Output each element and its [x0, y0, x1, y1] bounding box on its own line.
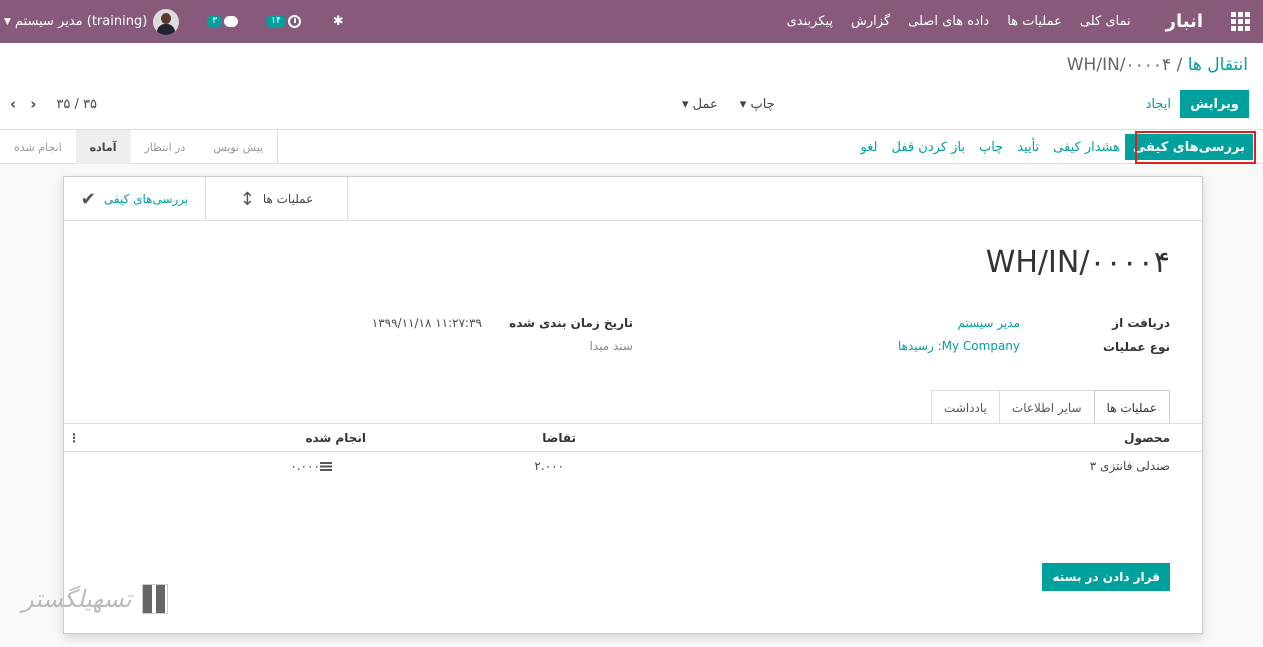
chat-icon — [224, 16, 239, 27]
activity-count-badge: ۱۴ — [266, 15, 286, 28]
watermark: تسهیلگستر — [22, 577, 168, 621]
watermark-logo-icon — [141, 584, 168, 614]
row-done: ۰.۰۰۰ — [290, 453, 338, 479]
notebook-tabs: عملیات ها سایر اطلاعات یادداشت — [931, 390, 1170, 424]
smart-ops-label: عملیات ها — [262, 192, 314, 206]
menu-operations[interactable]: عملیات ها — [998, 14, 1071, 29]
edit-button[interactable]: ویرایش — [1180, 90, 1249, 118]
column-demand[interactable]: تقاضا — [542, 424, 576, 451]
status-actions: هشدار کیفی تأیید چاپ باز کردن قفل لغو — [854, 134, 1127, 160]
pager-value[interactable]: ۳۵ / ۳۵ — [56, 97, 97, 112]
source-document-label: سند مبدا — [589, 339, 633, 353]
scheduled-date-value: ۱۳۹۹/۱۱/۱۸ ۱۱:۲۷:۳۹ — [371, 316, 482, 330]
row-done-value: ۰.۰۰۰ — [290, 459, 320, 473]
quality-alert-button[interactable]: هشدار کیفی — [1046, 140, 1127, 155]
stage-done[interactable]: انجام شده — [0, 130, 76, 164]
clock-icon — [287, 15, 301, 28]
tab-other-info[interactable]: سایر اطلاعات — [998, 390, 1095, 424]
activity-menu[interactable]: ۱۴ — [266, 15, 301, 28]
column-done[interactable]: انجام شده — [305, 424, 366, 451]
smart-buttons: بررسی‌های کیفی ✔ عملیات ها ↕ — [64, 177, 1202, 221]
app-brand[interactable]: انبار — [1140, 11, 1217, 32]
action-dropdown-label: عمل — [692, 96, 718, 112]
smart-quality-label: بررسی‌های کیفی — [103, 192, 189, 206]
breadcrumb-separator: / — [1176, 55, 1183, 75]
arrows-vertical-icon: ↕ — [239, 188, 255, 210]
caret-down-icon: ▾ — [739, 96, 747, 112]
top-navbar: انبار نمای کلی عملیات ها داده های اصلی گ… — [0, 0, 1263, 43]
scheduled-date-label: تاریخ زمان بندی شده — [509, 316, 633, 330]
pager: ‹ › ۳۵ / ۳۵ — [10, 90, 97, 118]
caret-down-icon: ▾ — [682, 96, 689, 112]
stage-pipeline: انجام شده آماده در انتظار پیش نویس — [0, 130, 279, 164]
status-bar: بررسی‌های کیفی هشدار کیفی تأیید چاپ باز … — [0, 129, 1263, 164]
unlock-button[interactable]: باز کردن قفل — [885, 140, 972, 155]
breadcrumb-current: WH/IN/۰۰۰۰۴ — [1066, 55, 1172, 75]
menu-overview[interactable]: نمای کلی — [1071, 14, 1140, 29]
row-product: صندلی فانتزی ۳ — [1089, 459, 1170, 473]
validate-button[interactable]: تأیید — [1010, 140, 1046, 155]
create-button[interactable]: ایجاد — [1140, 90, 1177, 118]
debug-bug-icon[interactable]: ✱ — [333, 14, 344, 29]
breadcrumb: انتقال ها / WH/IN/۰۰۰۰۴ — [1067, 55, 1248, 75]
check-icon: ✔ — [80, 188, 96, 210]
user-name: مدیر سیستم (training) — [14, 14, 148, 29]
menu-configuration[interactable]: پیکربندی — [778, 14, 842, 29]
print-button[interactable]: چاپ — [972, 140, 1010, 155]
caret-down-icon: ▼ — [4, 16, 11, 27]
column-options-icon[interactable]: ⋮ — [68, 424, 80, 451]
apps-menu-icon[interactable] — [1217, 0, 1263, 43]
action-dropdown[interactable]: عمل ▾ — [682, 97, 718, 112]
operation-type-label: نوع عملیات — [1102, 340, 1170, 354]
chevron-left-icon[interactable]: ‹ — [10, 95, 16, 113]
stage-ready[interactable]: آماده — [75, 130, 131, 164]
chat-count-badge: ۳ — [207, 15, 223, 28]
print-dropdown-label: چاپ — [750, 96, 775, 112]
receive-from-label: دریافت از — [1112, 316, 1170, 330]
receive-from-value[interactable]: مدیر سیستم — [958, 316, 1021, 330]
menu-master-data[interactable]: داده های اصلی — [899, 14, 998, 29]
chevron-right-icon[interactable]: › — [30, 95, 36, 113]
operation-type-value[interactable]: My Company: رسیدها — [898, 339, 1020, 353]
tab-note[interactable]: یادداشت — [931, 390, 1000, 424]
stage-divider — [277, 130, 279, 164]
quality-checks-button[interactable]: بررسی‌های کیفی — [1124, 134, 1253, 160]
avatar — [153, 8, 180, 35]
cancel-button[interactable]: لغو — [854, 140, 885, 155]
row-demand: ۲.۰۰۰ — [534, 459, 564, 473]
messaging-menu[interactable]: ۳ — [207, 15, 239, 28]
print-dropdown[interactable]: چاپ ▾ — [740, 97, 775, 112]
control-panel: انتقال ها / WH/IN/۰۰۰۰۴ ویرایش ایجاد چاپ… — [0, 43, 1263, 164]
watermark-text: تسهیلگستر — [22, 585, 132, 613]
smart-button-operations[interactable]: عملیات ها ↕ — [206, 177, 348, 221]
table-header: محصول تقاضا انجام شده ⋮ — [64, 424, 1202, 452]
tab-operations[interactable]: عملیات ها — [1093, 390, 1170, 424]
column-product[interactable]: محصول — [1124, 424, 1170, 451]
put-in-pack-button[interactable]: قرار دادن در بسته — [1042, 563, 1170, 591]
toolbar-dropdowns: چاپ ▾ عمل ▾ — [660, 90, 775, 118]
menu-reporting[interactable]: گزارش — [842, 14, 899, 29]
table-row[interactable]: صندلی فانتزی ۳ ۲.۰۰۰ ۰.۰۰۰ — [64, 453, 1202, 479]
user-menu[interactable]: ▼ مدیر سیستم (training) — [0, 8, 180, 35]
navbar-left: ▼ مدیر سیستم (training) ۳ ۱۴ ✱ — [0, 0, 344, 43]
stage-draft[interactable]: پیش نویس — [199, 130, 277, 164]
list-icon[interactable] — [320, 461, 332, 471]
stage-waiting[interactable]: در انتظار — [131, 130, 200, 164]
navbar-right: انبار نمای کلی عملیات ها داده های اصلی گ… — [778, 0, 1263, 43]
breadcrumb-transfers[interactable]: انتقال ها — [1188, 55, 1248, 75]
smart-button-quality-checks[interactable]: بررسی‌های کیفی ✔ — [64, 177, 206, 221]
form-sheet: بررسی‌های کیفی ✔ عملیات ها ↕ WH/IN/۰۰۰۰۴… — [63, 176, 1203, 634]
record-title: WH/IN/۰۰۰۰۴ — [985, 245, 1170, 280]
